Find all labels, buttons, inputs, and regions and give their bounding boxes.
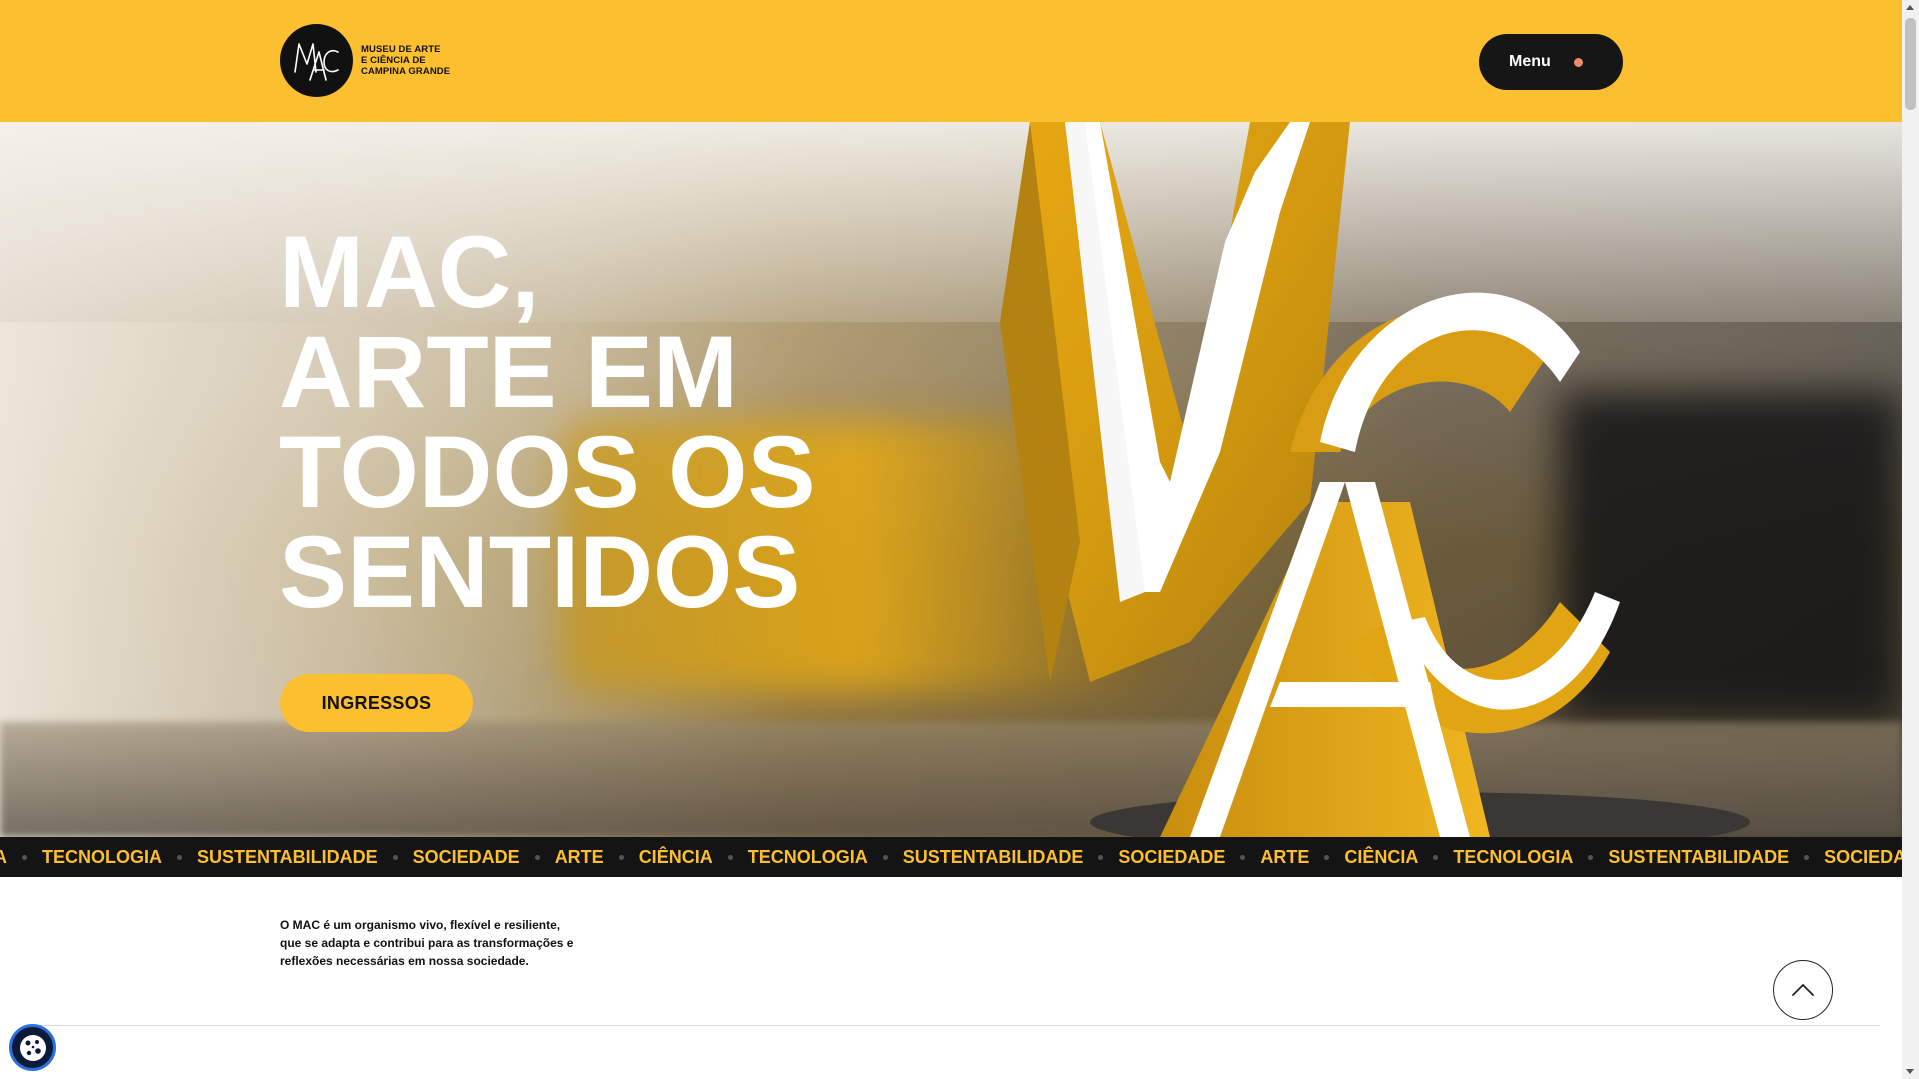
ticker-separator-icon	[1433, 854, 1439, 860]
ticker-separator-icon	[1240, 854, 1246, 860]
ticker-separator-icon	[1098, 854, 1104, 860]
ticker-separator-icon	[392, 854, 398, 860]
logo-line: CAMPINA GRANDE	[361, 66, 451, 77]
ticker-separator-icon	[1324, 854, 1330, 860]
tickets-button[interactable]: INGRESSOS	[280, 674, 473, 732]
ticker-item: TECNOLOGIA	[747, 846, 868, 867]
intro-text: O MAC é um organismo vivo, flexível e re…	[280, 918, 574, 968]
scroll-down-arrow-icon[interactable]	[1906, 1069, 1914, 1074]
logo-line: E CIÊNCIA DE	[361, 55, 426, 66]
ticker-item: SUSTENTABILIDADE	[1608, 846, 1790, 867]
page: MUSEU DE ARTE E CIÊNCIA DE CAMPINA GRAND…	[0, 0, 1902, 1079]
scroll-up-arrow-icon[interactable]	[1906, 5, 1914, 10]
logo-text: MUSEU DE ARTE E CIÊNCIA DE CAMPINA GRAND…	[361, 44, 450, 77]
topics-ticker: A TECNOLOGIA SUSTENTABILIDADE SOCIEDADE …	[0, 837, 1902, 877]
ticker-item: A	[0, 846, 7, 867]
ticker-separator-icon	[177, 854, 182, 860]
chevron-up-icon	[1792, 984, 1814, 996]
ticker-item: CIÊNCIA	[1344, 846, 1419, 867]
scroll-to-top-button[interactable]	[1773, 960, 1833, 1020]
menu-button[interactable]: Menu	[1479, 34, 1623, 90]
scrollbar-thumb[interactable]	[1905, 18, 1916, 110]
logo-line: MUSEU DE ARTE	[361, 44, 441, 55]
ticker-separator-icon	[22, 854, 27, 860]
hero-banner: MAC, ARTE EM TODOS OS SENTIDOS INGRESSOS	[0, 122, 1902, 837]
dot-icon	[1574, 58, 1583, 67]
ticker-item: TECNOLOGIA	[42, 846, 162, 867]
ticker-separator-icon	[882, 854, 888, 860]
ticker-item: CIÊNCIA	[638, 846, 713, 867]
cookie-icon	[19, 1034, 46, 1061]
ticker-separator-icon	[1804, 854, 1810, 860]
mac-logo-icon	[280, 24, 353, 97]
ticker-separator-icon	[618, 854, 624, 860]
ticker-item: SOCIEDADE	[412, 846, 520, 867]
ticker-separator-icon	[1588, 854, 1594, 860]
ticker-item: SOCIEDADE	[1118, 846, 1226, 867]
ticker-item: ARTE	[554, 846, 604, 867]
menu-label: Menu	[1509, 53, 1551, 70]
ticker-item: SOCIEDADE	[1824, 846, 1902, 867]
ticker-item: TECNOLOGIA	[1453, 846, 1574, 867]
ticker-separator-icon	[534, 854, 540, 860]
site-logo[interactable]: MUSEU DE ARTE E CIÊNCIA DE CAMPINA GRAND…	[280, 24, 450, 97]
section-divider	[40, 1025, 1880, 1026]
hero-title: MAC, ARTE EM TODOS OS SENTIDOS	[279, 215, 816, 629]
ticker-item: SUSTENTABILIDADE	[902, 846, 1084, 867]
hero-title-line: TODOS OS	[279, 415, 816, 529]
ticker-item: SUSTENTABILIDADE	[197, 846, 378, 867]
hero-title-line: SENTIDOS	[279, 515, 801, 629]
ticker-item: ARTE	[1260, 846, 1310, 867]
hero-title-line: ARTE EM	[279, 315, 738, 429]
mac-sculpture-image	[1000, 122, 1750, 837]
hero-title-line: MAC,	[279, 215, 540, 329]
cookie-settings-button[interactable]	[9, 1024, 56, 1071]
ticker-track: A TECNOLOGIA SUSTENTABILIDADE SOCIEDADE …	[0, 837, 1902, 877]
ticker-separator-icon	[727, 854, 733, 860]
site-header: MUSEU DE ARTE E CIÊNCIA DE CAMPINA GRAND…	[0, 0, 1902, 122]
page-scrollbar[interactable]	[1902, 0, 1919, 1079]
